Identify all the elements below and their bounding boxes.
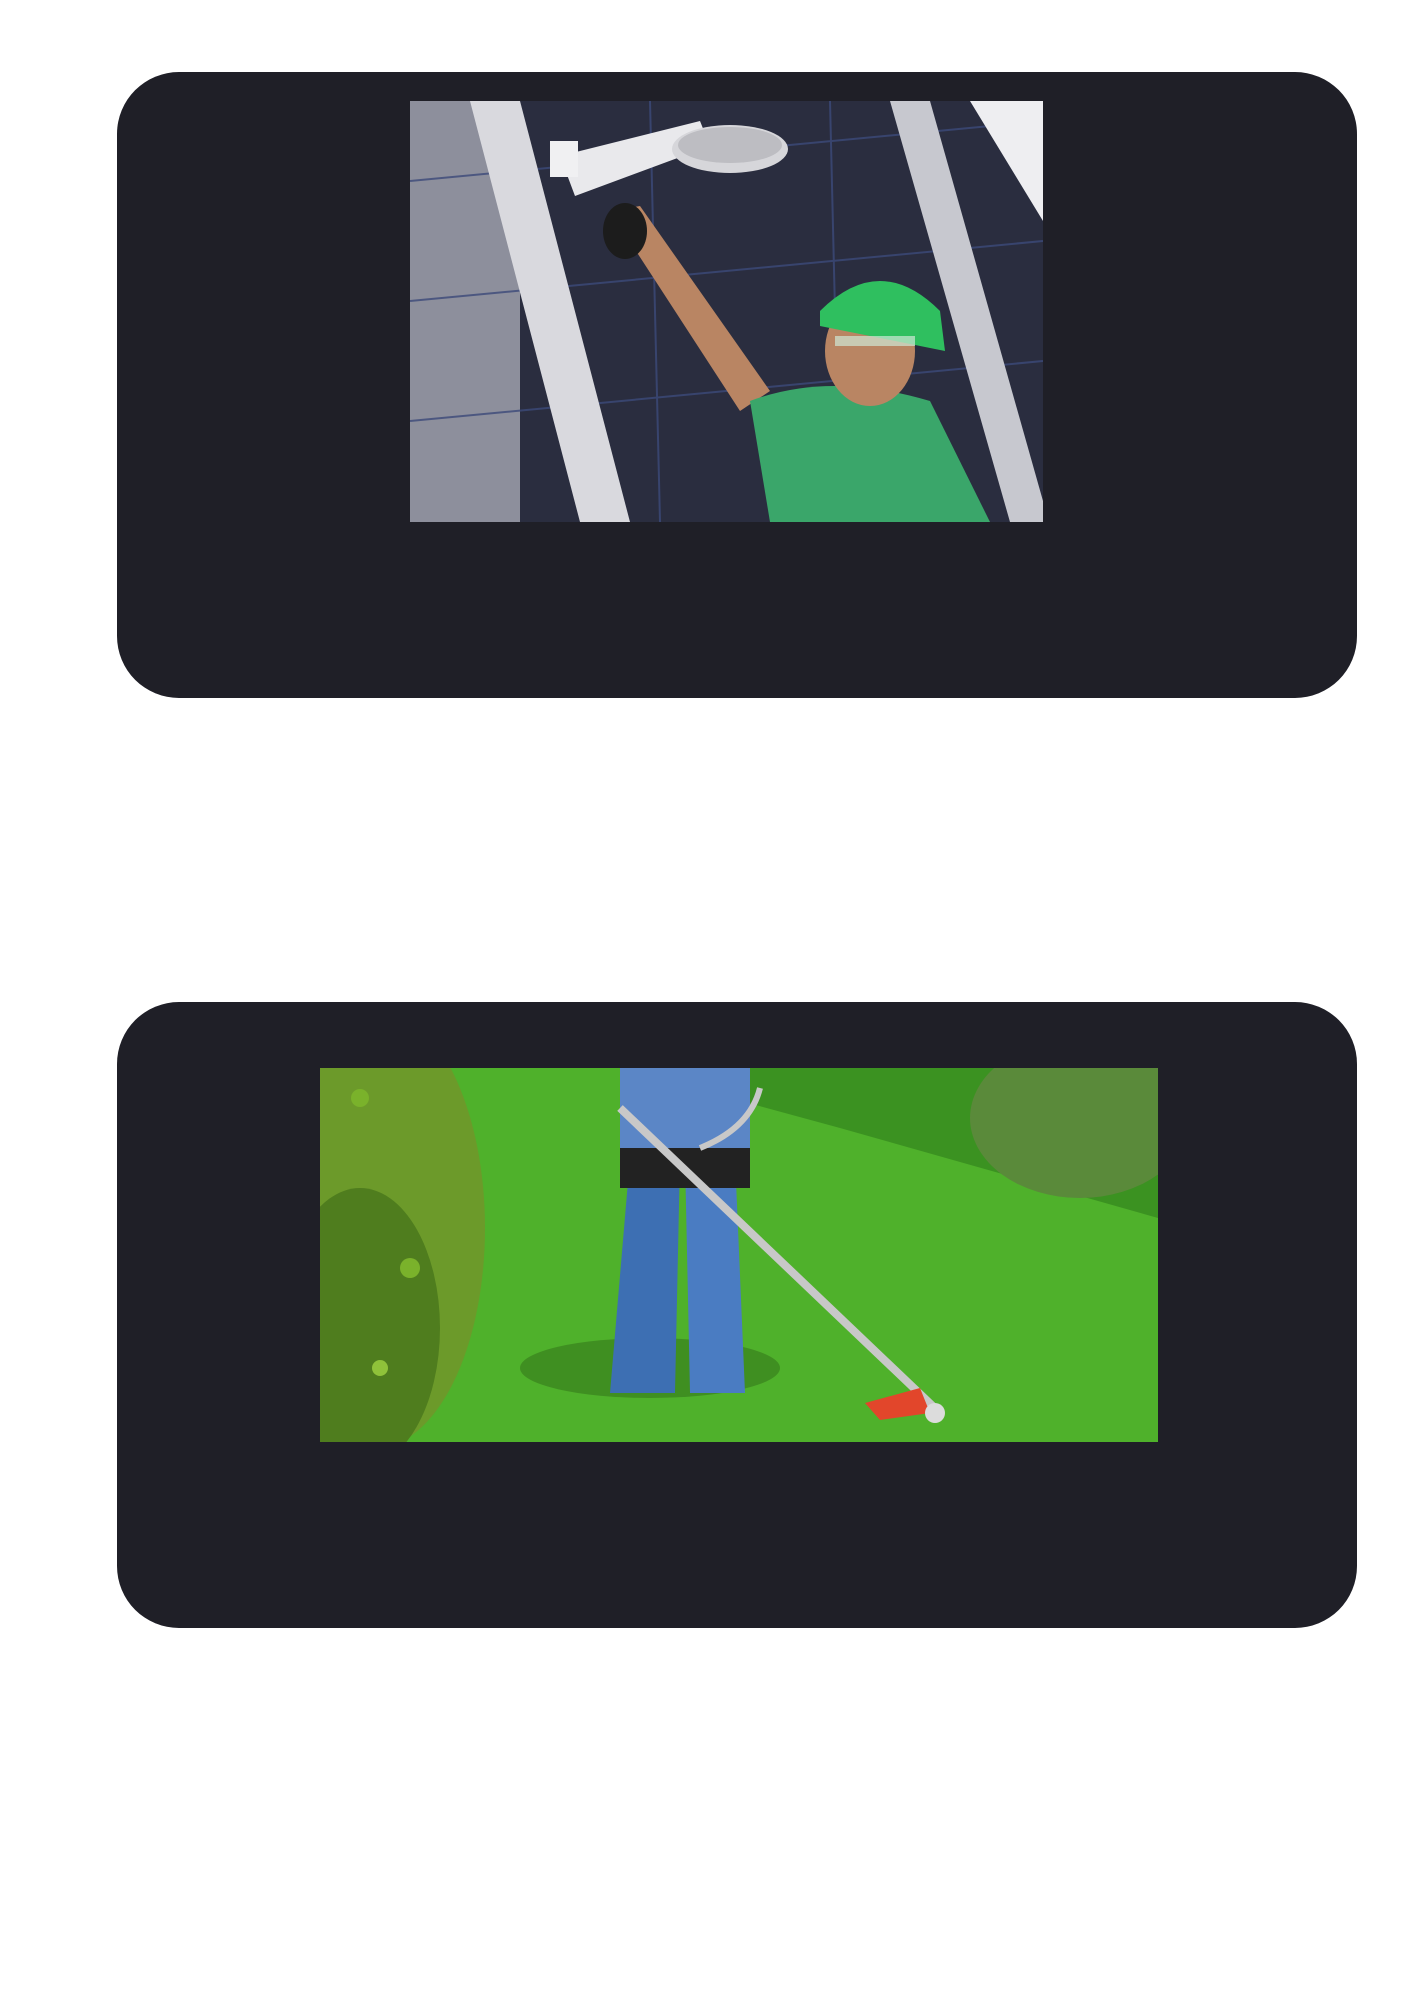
plumbing-photo	[410, 101, 1043, 522]
page	[0, 0, 1414, 2000]
plumbing-photo-drawing	[410, 101, 1043, 522]
service-card-gardening	[117, 1002, 1357, 1628]
gardening-photo	[320, 1068, 1158, 1442]
service-card-plumbing	[117, 72, 1357, 698]
gardening-photo-drawing	[320, 1068, 1158, 1442]
